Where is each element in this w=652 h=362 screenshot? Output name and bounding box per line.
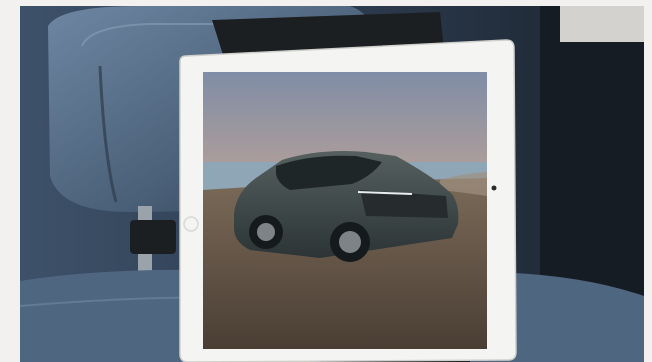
tablet-screen [203, 72, 487, 349]
photo-canvas [20, 6, 644, 362]
suv-rim-front [339, 231, 361, 253]
product-photo [20, 6, 644, 362]
tablet-camera-icon [491, 185, 497, 191]
mount-side-arm [130, 220, 176, 254]
rear-window-light [560, 6, 644, 42]
suv-rim-rear [257, 223, 275, 241]
